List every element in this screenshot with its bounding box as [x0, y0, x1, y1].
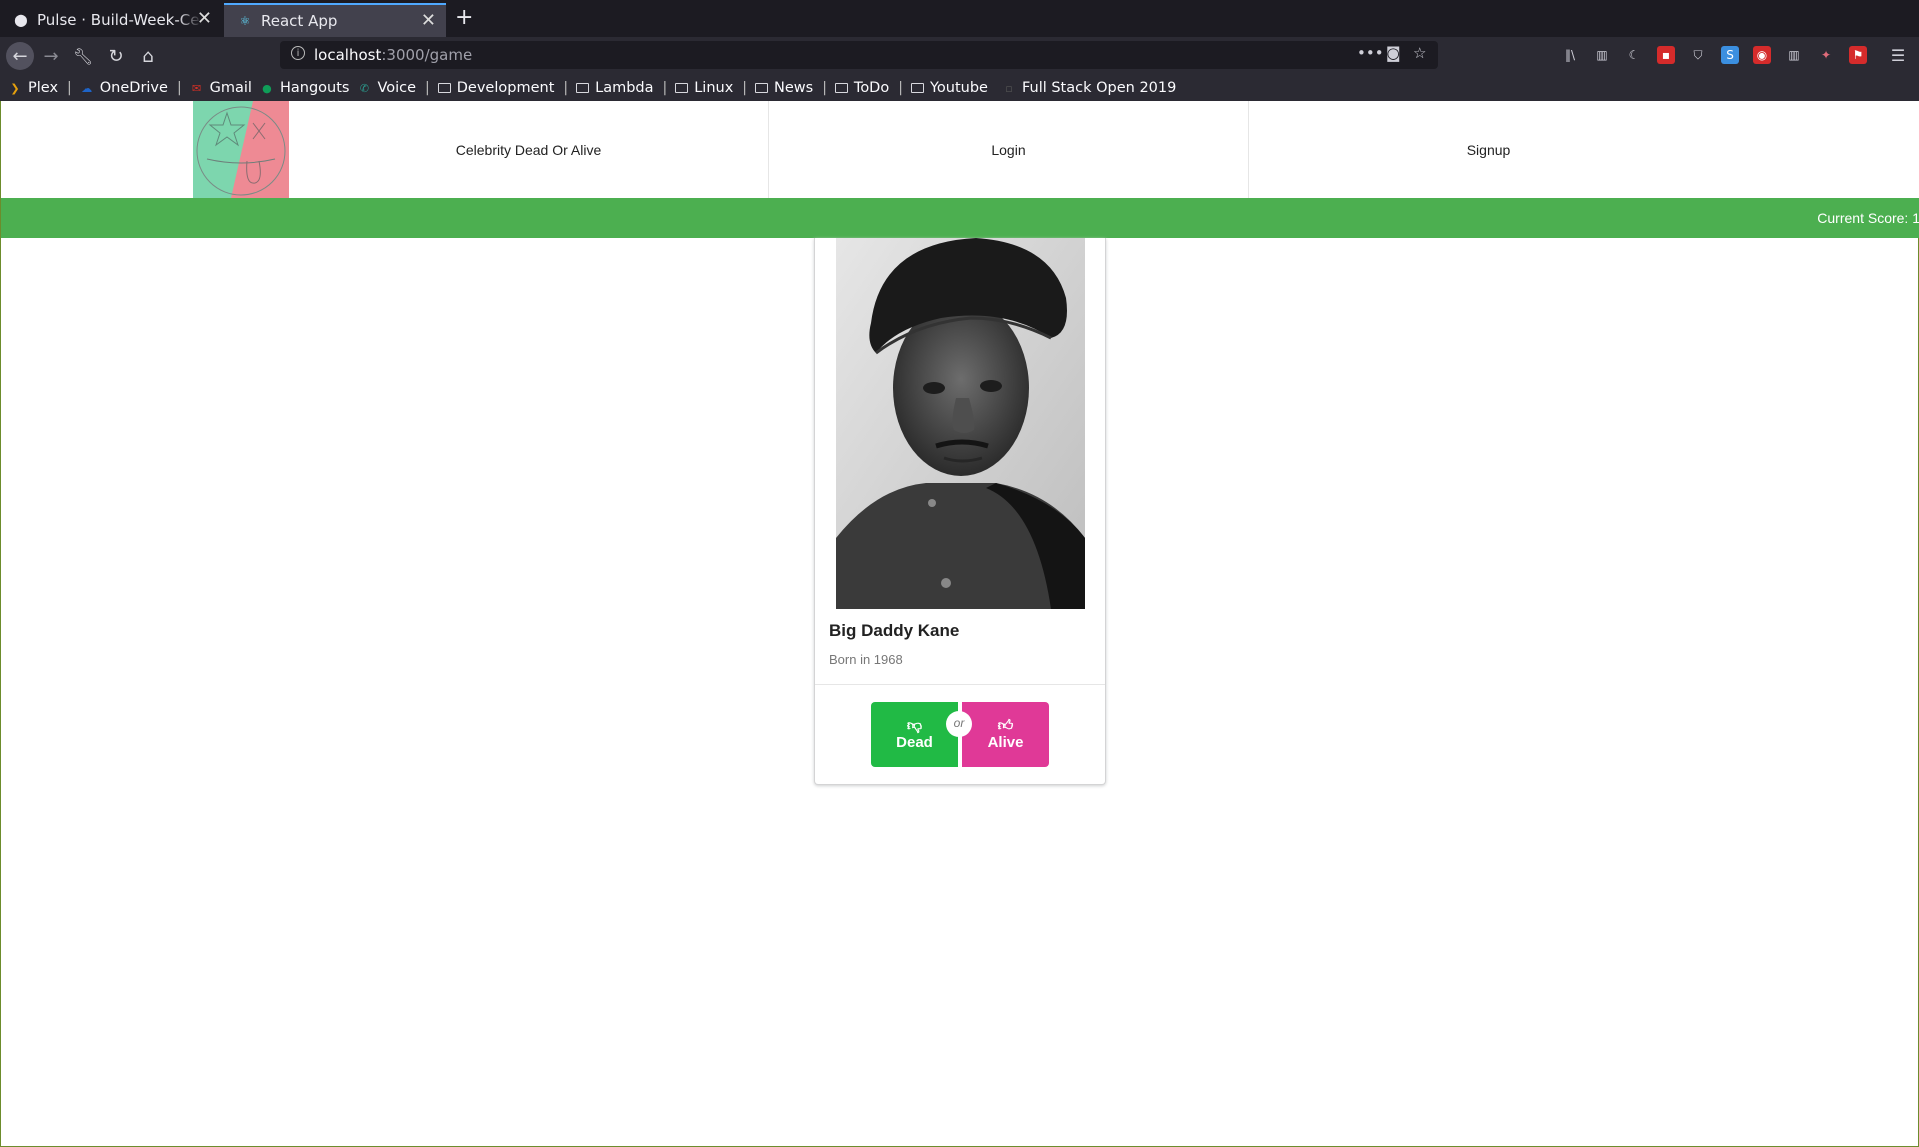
site-info-icon[interactable]: i [291, 46, 305, 60]
nav-home-title[interactable]: Celebrity Dead Or Alive [289, 101, 768, 198]
extension-icon[interactable]: ☾ [1625, 46, 1643, 64]
menu-icon[interactable]: ☰ [1889, 46, 1907, 65]
folder-icon [910, 83, 924, 93]
logo-icon[interactable] [193, 101, 289, 198]
bookmark-icon: ▫ [1005, 81, 1013, 95]
bookmark-youtube[interactable]: Youtube [910, 80, 988, 96]
celebrity-born: Born in 1968 [829, 652, 903, 667]
browser-chrome: ⬤ Pulse · Build-Week-Celebrity ✕ ⚛ React… [0, 0, 1919, 101]
page-viewport: Celebrity Dead Or Alive Login Signup Cur… [0, 101, 1919, 1147]
url-text: localhost:3000/game [314, 46, 473, 64]
thumbs-down-icon: 👎︎ [906, 717, 923, 734]
react-favicon-icon: ⚛ [239, 14, 251, 28]
or-divider: or [946, 711, 972, 737]
celebrity-card: Big Daddy Kane Born in 1968 👎︎ Dead 👍︎ A… [814, 238, 1106, 785]
forward-icon[interactable]: → [37, 42, 65, 70]
site-header: Celebrity Dead Or Alive Login Signup [1, 101, 1919, 198]
bookmarks-toolbar: ❯ Plex | ☁ OneDrive | ✉ Gmail ● Hangouts ✆ Vo… [0, 75, 1919, 101]
voice-icon: ✆ [359, 81, 370, 95]
current-score: Current Score: 1 [1817, 210, 1919, 226]
extension-icon[interactable]: ✦ [1817, 46, 1835, 64]
nav-toolbar: ← → 🔧︎ ↻ ⌂ i localhost:3000/game ••• ◙ ☆… [0, 37, 1919, 75]
extension-icon[interactable]: ▪ [1657, 46, 1675, 64]
separator: | [563, 80, 569, 96]
separator: | [425, 80, 430, 96]
folder-icon [834, 83, 848, 93]
bookmark-linux[interactable]: Linux [675, 80, 733, 96]
nav-signup[interactable]: Signup [1249, 101, 1728, 198]
folder-icon [576, 83, 590, 93]
page-actions-icon[interactable]: ••• [1357, 44, 1384, 62]
separator: | [898, 80, 903, 96]
separator: | [67, 80, 72, 96]
tab-pulse[interactable]: ⬤ Pulse · Build-Week-Celebrity ✕ [0, 3, 222, 37]
pocket-icon[interactable]: ◙ [1386, 44, 1401, 62]
card-divider [815, 684, 1105, 685]
celebrity-name: Big Daddy Kane [829, 621, 960, 640]
nav-login[interactable]: Login [769, 101, 1248, 198]
extension-icon[interactable]: ⚑ [1849, 46, 1867, 64]
reload-icon[interactable]: ↻ [102, 42, 130, 70]
bookmark-gmail[interactable]: ✉ Gmail [190, 80, 252, 96]
separator: | [742, 80, 748, 96]
separator: | [822, 80, 827, 96]
tab-strip: ⬤ Pulse · Build-Week-Celebrity ✕ ⚛ React… [0, 0, 1919, 37]
bookmark-development[interactable]: Development [437, 80, 554, 96]
bookmark-todo[interactable]: ToDo [834, 80, 889, 96]
folder-icon [755, 83, 769, 93]
alive-button-label: Alive [987, 734, 1024, 751]
tab-react-app[interactable]: ⚛ React App ✕ [224, 3, 446, 37]
home-icon[interactable]: ⌂ [134, 42, 162, 70]
bookmark-plex[interactable]: ❯ Plex [8, 80, 58, 96]
back-icon[interactable]: ← [6, 42, 34, 70]
url-bar[interactable]: i localhost:3000/game ••• ◙ ☆ [280, 41, 1438, 69]
bookmark-voice[interactable]: ✆ Voice [357, 80, 416, 96]
bookmark-full-stack-open[interactable]: ▫ Full Stack Open 2019 [1002, 80, 1176, 96]
tab-title: Pulse · Build-Week-Celebrity [37, 11, 202, 29]
separator: | [662, 80, 668, 96]
alive-button[interactable]: 👍︎ Alive [962, 702, 1049, 767]
dead-button[interactable]: 👎︎ Dead [871, 702, 958, 767]
dead-button-label: Dead [896, 734, 933, 751]
close-tab-icon[interactable]: ✕ [197, 9, 212, 29]
tab-title: React App [261, 12, 338, 30]
extension-icon[interactable]: ◉ [1753, 46, 1771, 64]
extension-icon[interactable]: S [1721, 46, 1739, 64]
pulse-favicon-icon: ⬤ [14, 13, 28, 27]
folder-icon [437, 83, 451, 93]
celebrity-photo [836, 238, 1085, 609]
bookmark-star-icon[interactable]: ☆ [1413, 44, 1426, 62]
score-bar: Current Score: 1 [1, 198, 1919, 238]
folder-icon [675, 83, 689, 93]
hangouts-icon: ● [262, 81, 272, 95]
bookmark-lambda[interactable]: Lambda [576, 80, 654, 96]
bookmark-hangouts[interactable]: ● Hangouts [260, 80, 349, 96]
thumbs-up-icon: 👍︎ [997, 717, 1014, 734]
new-tab-icon[interactable]: + [455, 6, 473, 30]
extension-icon[interactable]: ▥ [1785, 46, 1803, 64]
sidebar-icon[interactable]: ▥ [1593, 46, 1611, 64]
shield-icon[interactable]: ⛉ [1689, 46, 1707, 64]
bookmark-news[interactable]: News [755, 80, 813, 96]
wrench-icon[interactable]: 🔧︎ [69, 42, 97, 70]
gmail-icon: ✉ [192, 81, 202, 95]
onedrive-icon: ☁ [81, 81, 93, 95]
separator: | [176, 80, 182, 96]
plex-icon: ❯ [10, 81, 20, 95]
close-tab-icon[interactable]: ✕ [421, 11, 436, 31]
bookmark-onedrive[interactable]: ☁ OneDrive [80, 80, 168, 96]
library-icon[interactable]: ‖\ [1561, 46, 1579, 64]
